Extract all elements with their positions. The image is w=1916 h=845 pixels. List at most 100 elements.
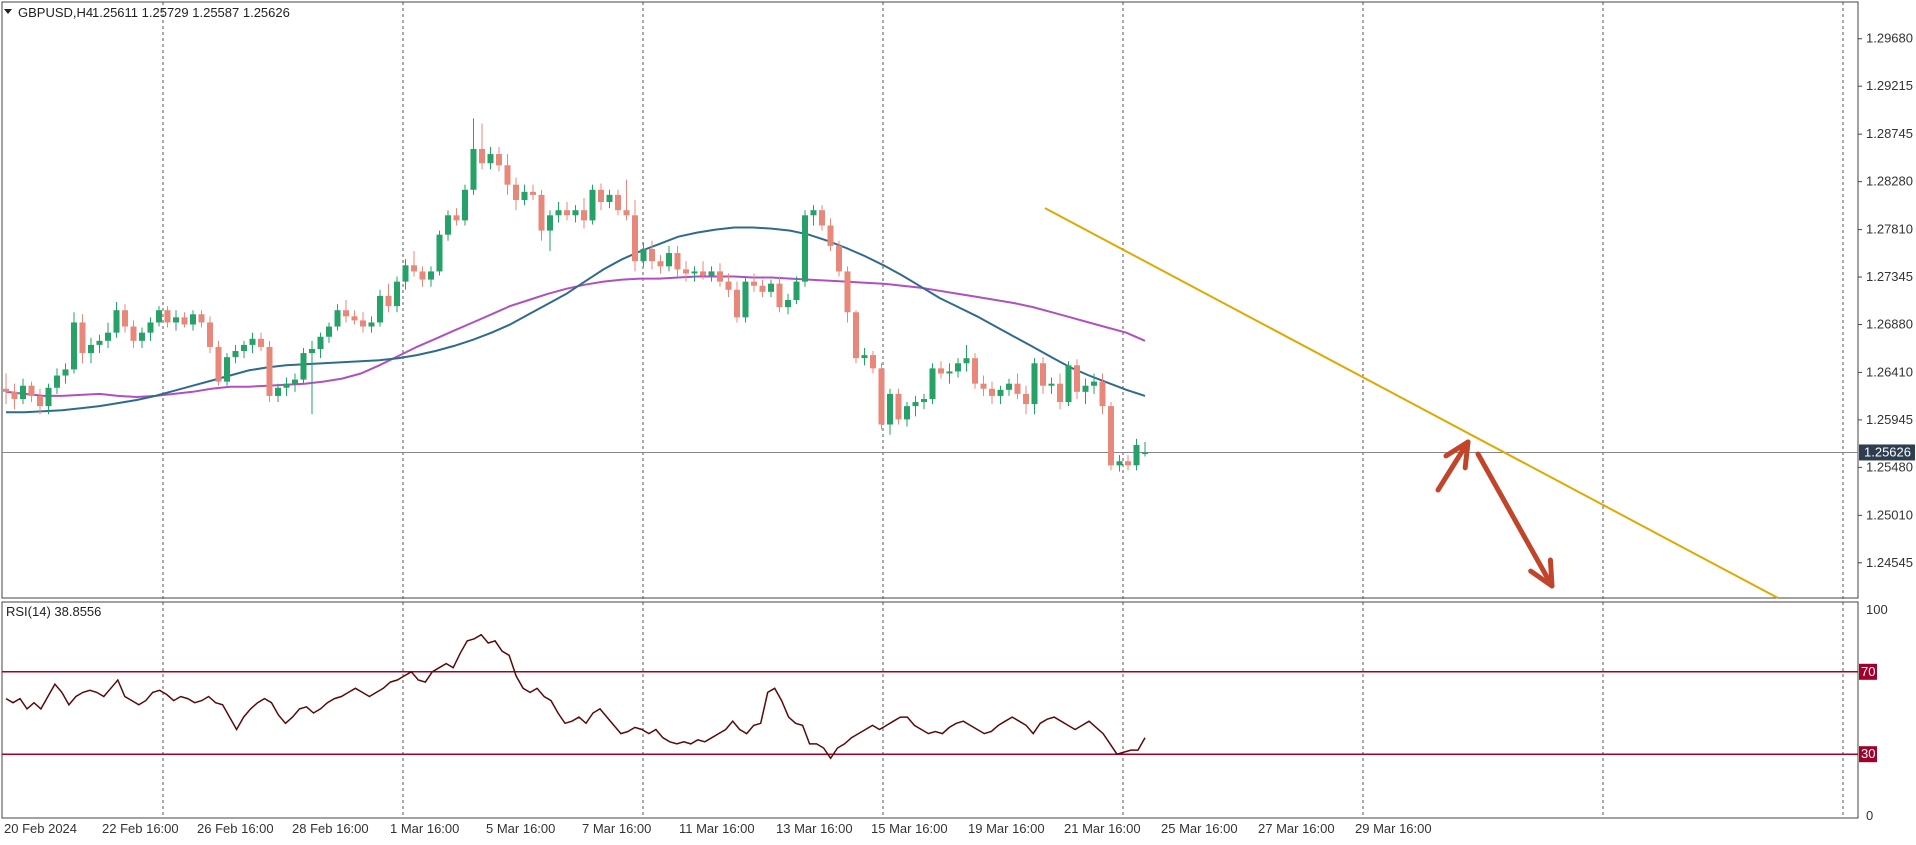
candle-body xyxy=(581,210,587,221)
candle-body xyxy=(742,281,749,318)
candle-body xyxy=(921,398,927,403)
candle-body xyxy=(249,338,256,345)
x-tick-label: 29 Mar 16:00 xyxy=(1355,821,1432,836)
x-tick-label: 7 Mar 16:00 xyxy=(582,821,651,836)
candle-body xyxy=(79,322,86,354)
candle xyxy=(853,310,859,364)
y-tick-label: 1.24545 xyxy=(1866,555,1913,570)
candle-body xyxy=(589,189,596,221)
candle-body xyxy=(1108,406,1114,466)
candle-body xyxy=(615,194,621,211)
candle-body xyxy=(130,326,137,341)
candle-body xyxy=(385,295,392,307)
candle xyxy=(895,388,902,425)
candle-body xyxy=(895,393,902,420)
candle-body xyxy=(640,248,647,262)
candle-body xyxy=(453,215,460,221)
candle-body xyxy=(802,215,808,282)
candle-body xyxy=(436,234,443,272)
x-tick-label: 27 Mar 16:00 xyxy=(1258,821,1335,836)
candle-body xyxy=(334,310,341,327)
candle-body xyxy=(564,210,570,216)
candle-body xyxy=(521,191,528,200)
candle-body xyxy=(283,383,290,388)
candle xyxy=(1108,402,1114,471)
rsi-y-tick-label: 0 xyxy=(1866,808,1873,823)
candle-body xyxy=(496,154,502,166)
candle-body xyxy=(96,340,103,345)
candle-body xyxy=(870,355,876,369)
candle-body xyxy=(139,332,145,341)
candle-body xyxy=(241,344,247,352)
x-tick-label: 5 Mar 16:00 xyxy=(486,821,555,836)
candle-body xyxy=(989,388,995,396)
candle-body xyxy=(402,265,409,282)
candle-body xyxy=(326,326,332,337)
candle-body xyxy=(411,265,417,272)
candle-body xyxy=(113,310,120,333)
y-tick-label: 1.25010 xyxy=(1866,507,1913,522)
candle-body xyxy=(377,295,383,323)
candle-body xyxy=(394,281,400,307)
candle-body xyxy=(708,271,715,276)
candle-body xyxy=(649,248,655,262)
candle-body xyxy=(198,314,205,323)
candle-body xyxy=(1023,393,1029,405)
candle-body xyxy=(428,271,434,280)
candle-body xyxy=(11,391,18,399)
candle-body xyxy=(1133,444,1140,466)
candle-body xyxy=(470,148,477,190)
candle-body xyxy=(683,269,689,274)
candle-body xyxy=(207,322,213,347)
rsi-y-tick-label: 100 xyxy=(1866,602,1888,617)
candle-body xyxy=(20,385,26,399)
candle-body xyxy=(538,194,545,231)
current-price-label: 1.25626 xyxy=(1864,444,1911,459)
candle-body xyxy=(759,285,766,292)
candle-body xyxy=(666,253,672,267)
candle xyxy=(224,353,230,386)
candle-body xyxy=(530,191,536,195)
rsi-level-label: 70 xyxy=(1861,664,1875,679)
x-tick-label: 28 Feb 16:00 xyxy=(292,821,369,836)
candle-body xyxy=(793,281,800,300)
candle-body xyxy=(62,369,69,376)
candle-body xyxy=(351,316,358,321)
candle-body xyxy=(147,322,154,333)
candle-body xyxy=(878,368,885,425)
candle-body xyxy=(479,148,485,164)
candle-body xyxy=(1057,383,1063,403)
candle xyxy=(300,347,307,384)
candle-body xyxy=(156,310,162,323)
candle-body xyxy=(54,375,60,388)
candle-body xyxy=(275,387,281,396)
candle-body xyxy=(887,393,893,425)
candle-body xyxy=(224,357,230,382)
candle-body xyxy=(258,338,264,347)
x-tick-label: 21 Mar 16:00 xyxy=(1064,821,1141,836)
candle-body xyxy=(1014,383,1021,394)
candle-body xyxy=(37,395,43,407)
candle xyxy=(266,340,273,403)
candle-body xyxy=(785,300,791,308)
x-tick-label: 15 Mar 16:00 xyxy=(871,821,948,836)
candle-body xyxy=(173,317,179,323)
candle-body xyxy=(912,402,919,407)
candle-body xyxy=(105,332,111,341)
candle-body xyxy=(929,368,936,399)
candle-body xyxy=(725,281,732,290)
candle-body xyxy=(45,387,52,407)
candle-body xyxy=(513,184,519,200)
x-tick-label: 22 Feb 16:00 xyxy=(102,821,179,836)
candle-body xyxy=(1040,363,1046,386)
candle-body xyxy=(955,363,961,372)
candle-body xyxy=(844,271,851,313)
y-tick-label: 1.26410 xyxy=(1866,364,1913,379)
y-tick-label: 1.29680 xyxy=(1866,31,1913,46)
candle-body xyxy=(1142,452,1148,455)
candle-body xyxy=(445,215,451,235)
y-tick-label: 1.25945 xyxy=(1866,412,1913,427)
candle-body xyxy=(1006,383,1012,390)
candle-body xyxy=(88,344,94,354)
candle-body xyxy=(827,225,834,246)
